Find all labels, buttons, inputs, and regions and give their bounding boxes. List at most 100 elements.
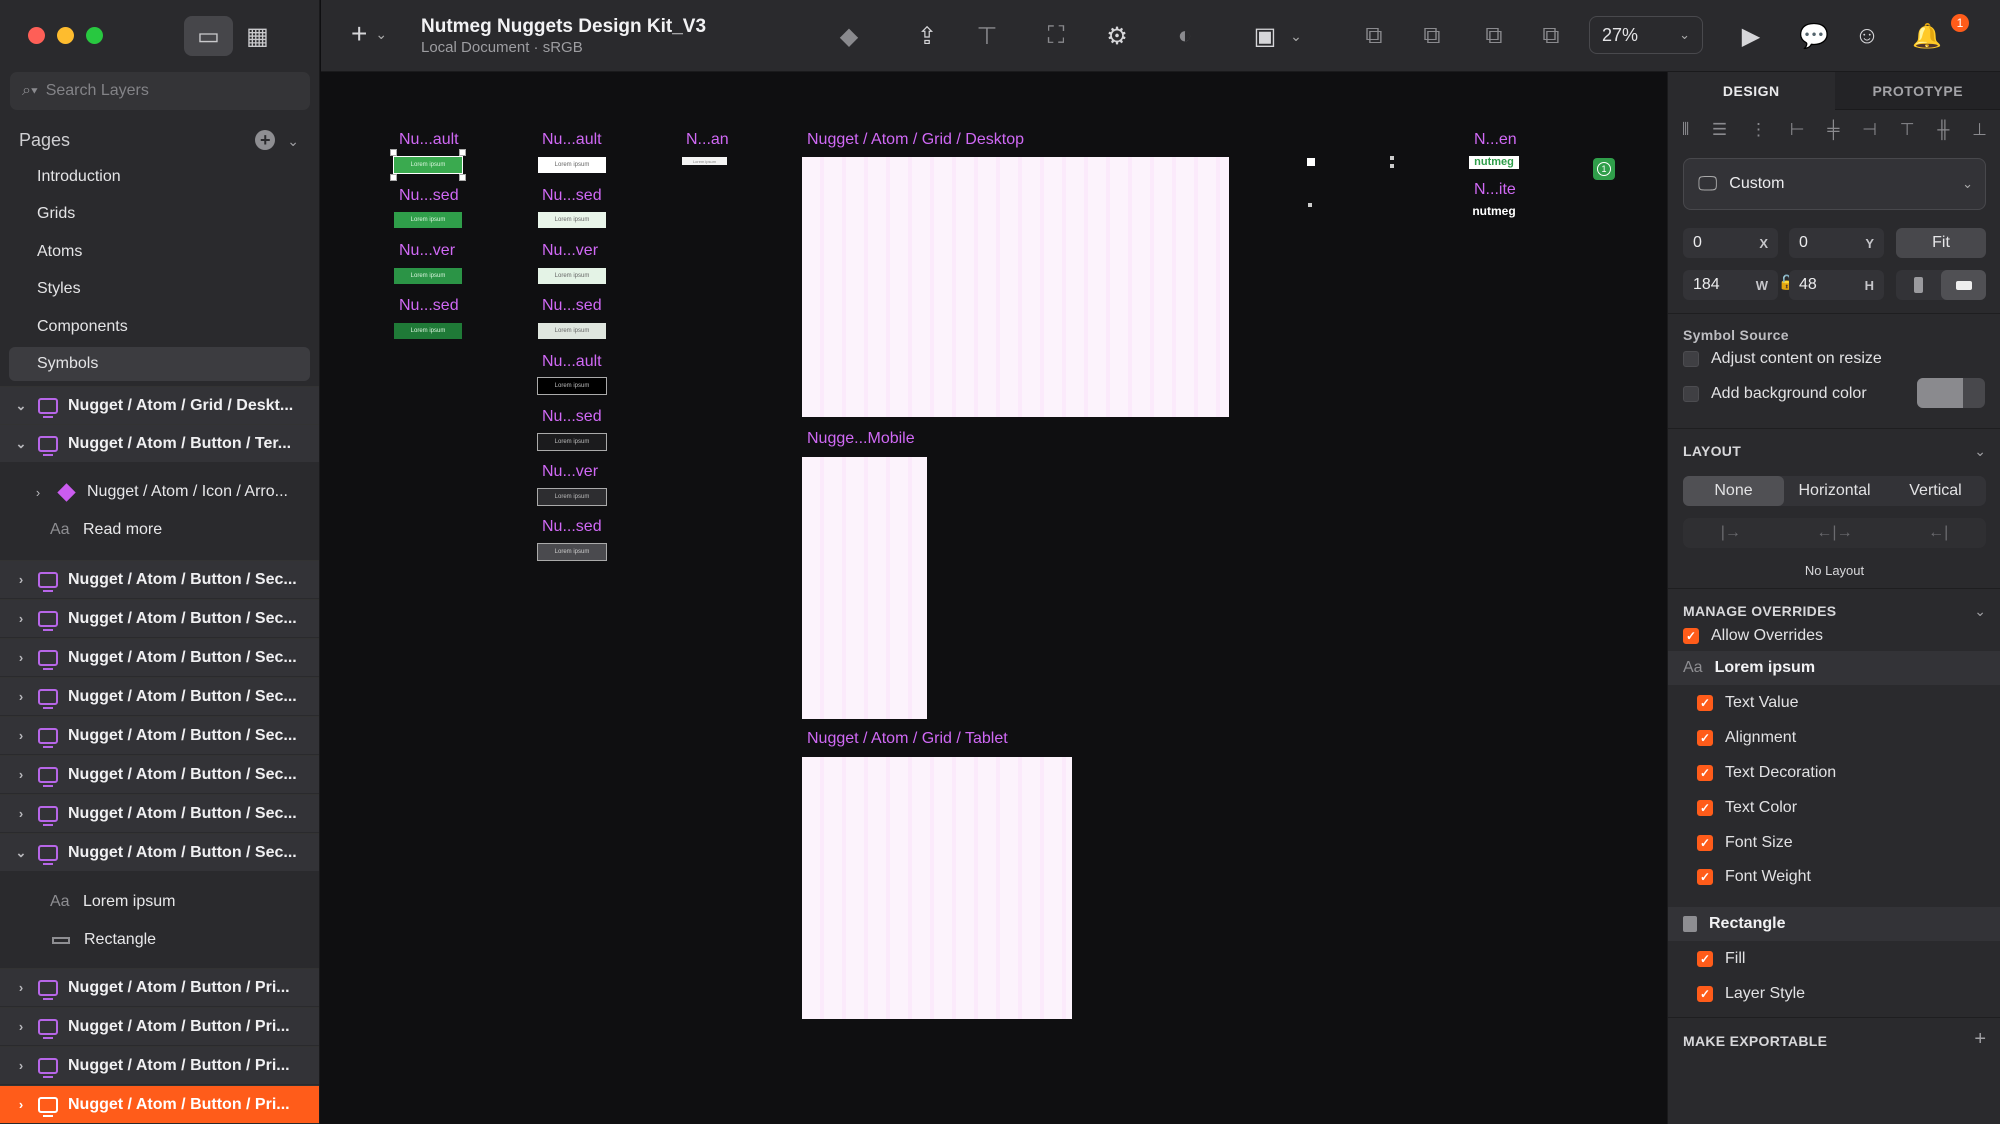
artboard-label-desktop[interactable]: Nugget / Atom / Grid / Desktop [807,131,1024,149]
layer-row-selected[interactable]: › Nugget / Atom / Button / Pri... [0,1085,319,1123]
subtract-icon[interactable]: ⧉ [1417,20,1447,52]
chevron-down-icon[interactable]: ⌄ [11,436,31,452]
small-symbol[interactable] [1308,203,1312,207]
layer-row[interactable]: › Nugget / Atom / Button / Pri... [0,968,319,1006]
y-field[interactable]: 0Y [1789,228,1884,258]
portrait-icon[interactable] [1896,270,1941,300]
layout-none[interactable]: None [1683,476,1784,506]
chevron-right-icon[interactable]: › [11,611,31,626]
canvas[interactable]: Nu...ault Lorem ipsum Nu...sed Lorem ips… [321,72,1667,1124]
layer-row[interactable]: ⌄ Nugget / Atom / Button / Sec... [0,833,319,871]
override-row[interactable]: ✓ Fill [1697,950,1745,968]
chevron-right-icon[interactable]: › [11,689,31,704]
artboard-label-tablet[interactable]: Nugget / Atom / Grid / Tablet [807,730,1008,748]
export-icon[interactable]: ⇪ [912,20,942,52]
plus-icon[interactable]: + [1974,1028,1986,1051]
difference-icon[interactable]: ⧉ [1536,20,1566,52]
button-symbol[interactable]: Lorem ipsum [538,323,606,339]
artboard-label[interactable]: Nu...sed [399,297,459,315]
override-row[interactable]: ✓ Text Decoration [1697,764,1836,782]
button-symbol[interactable]: Lorem ipsum [537,433,607,451]
group-icon[interactable]: ⚙ [1102,20,1132,52]
align-right-icon[interactable]: ⊣ [1862,120,1877,144]
desktop-grid-artboard[interactable] [802,157,1229,417]
page-item-atoms[interactable]: Atoms [9,235,310,269]
button-symbol[interactable]: Lorem ipsum [538,157,606,173]
button-symbol[interactable]: Lorem ipsum [538,212,606,228]
artboard-label[interactable]: Nu...ault [542,131,602,149]
chevron-right-icon[interactable]: › [11,728,31,743]
sublayer-row[interactable]: › Nugget / Atom / Icon / Arro... [0,474,319,510]
adjust-content-checkbox[interactable] [1683,351,1699,367]
fit-button[interactable]: Fit [1896,228,1986,258]
chevron-right-icon[interactable]: › [28,485,48,500]
small-symbol[interactable] [1390,164,1394,168]
override-checkbox[interactable]: ✓ [1697,869,1713,885]
sidebar-icon[interactable]: ▭ [184,16,233,56]
align-left-icon[interactable]: ⊢ [1790,120,1805,144]
frame-icon[interactable]: ⛶ [1041,20,1071,52]
distribute-horizontal-icon[interactable]: ⫴ [1682,120,1689,144]
override-checkbox[interactable]: ✓ [1697,695,1713,711]
page-item-styles[interactable]: Styles [9,272,310,306]
distribute-vertical-icon[interactable]: ☰ [1712,120,1727,144]
width-field[interactable]: 184 W [1683,270,1778,300]
align-icon[interactable]: ⊤ [972,20,1002,52]
layer-row[interactable]: › Nugget / Atom / Button / Sec... [0,716,319,754]
chevron-right-icon[interactable]: › [11,806,31,821]
grid-view-icon[interactable]: ▦ [233,16,282,56]
override-row[interactable]: ✓ Font Size [1697,834,1793,852]
bell-icon[interactable]: 🔔 [1912,20,1942,52]
add-background-row[interactable]: Add background color [1683,385,1867,403]
override-row[interactable]: ✓ Layer Style [1697,985,1805,1003]
preset-select[interactable]: 🖵 Custom ⌄ [1683,158,1986,210]
chevron-right-icon[interactable]: › [11,767,31,782]
comment-icon[interactable]: 💬 [1799,20,1829,52]
add-user-icon[interactable]: ☺ [1852,20,1882,52]
layout-start-icon[interactable]: |→ [1721,524,1741,542]
play-icon[interactable]: ▶ [1736,20,1766,52]
search-icon[interactable]: ⌕▾ [22,82,38,100]
tab-design[interactable]: DESIGN [1668,72,1835,110]
chevron-down-icon[interactable]: ⌄ [1974,443,1986,460]
logo-white[interactable]: nutmeg [1469,205,1519,218]
chevron-right-icon[interactable]: › [11,1058,31,1073]
resize-handle[interactable] [390,149,397,156]
resize-handle[interactable] [459,174,466,181]
layer-row[interactable]: › Nugget / Atom / Button / Pri... [0,1007,319,1045]
allow-overrides-checkbox[interactable]: ✓ [1683,628,1699,644]
button-symbol[interactable]: Lorem ipsum [394,268,462,284]
layout-center-icon[interactable]: ←|→ [1816,524,1852,542]
layer-row[interactable]: › Nugget / Atom / Button / Pri... [0,1046,319,1084]
override-checkbox[interactable]: ✓ [1697,800,1713,816]
button-symbol[interactable]: Lorem ipsum [538,268,606,284]
layer-row[interactable]: ⌄ Nugget / Atom / Button / Ter... [0,424,319,462]
logo-green[interactable]: nutmeg [1469,156,1519,169]
button-symbol[interactable]: Lorem ipsum [394,323,462,339]
artboard-label[interactable]: Nu...sed [542,297,602,315]
artboard-label[interactable]: N...ite [1474,181,1516,199]
align-bottom-icon[interactable]: ⊥ [1972,120,1987,144]
badge-symbol[interactable]: 1 [1593,158,1615,180]
resize-handle[interactable] [459,149,466,156]
override-group-rectangle[interactable]: Rectangle [1668,907,2000,941]
page-item-grids[interactable]: Grids [9,197,310,231]
page-item-symbols[interactable]: Symbols [9,347,310,381]
add-background-checkbox[interactable] [1683,386,1699,402]
layer-row[interactable]: › Nugget / Atom / Button / Sec... [0,560,319,598]
artboard-label[interactable]: Nu...ver [399,242,455,260]
zoom-select[interactable]: 27% ⌄ [1589,16,1703,54]
button-symbol[interactable]: Lorem ipsum [537,377,607,395]
chevron-down-icon[interactable]: ⌄ [1281,20,1311,52]
override-checkbox[interactable]: ✓ [1697,765,1713,781]
layout-vertical[interactable]: Vertical [1885,476,1986,506]
height-field[interactable]: 48 H [1789,270,1884,300]
sublayer-row[interactable]: Rectangle [0,922,319,958]
small-symbol[interactable] [1390,156,1394,160]
artboard-label[interactable]: Nu...ault [399,131,459,149]
allow-overrides-row[interactable]: ✓ Allow Overrides [1683,627,1823,645]
insert-button[interactable]: + ⌄ [351,18,387,50]
override-row[interactable]: ✓ Font Weight [1697,868,1811,886]
x-field[interactable]: 0X [1683,228,1778,258]
chevron-right-icon[interactable]: › [11,980,31,995]
